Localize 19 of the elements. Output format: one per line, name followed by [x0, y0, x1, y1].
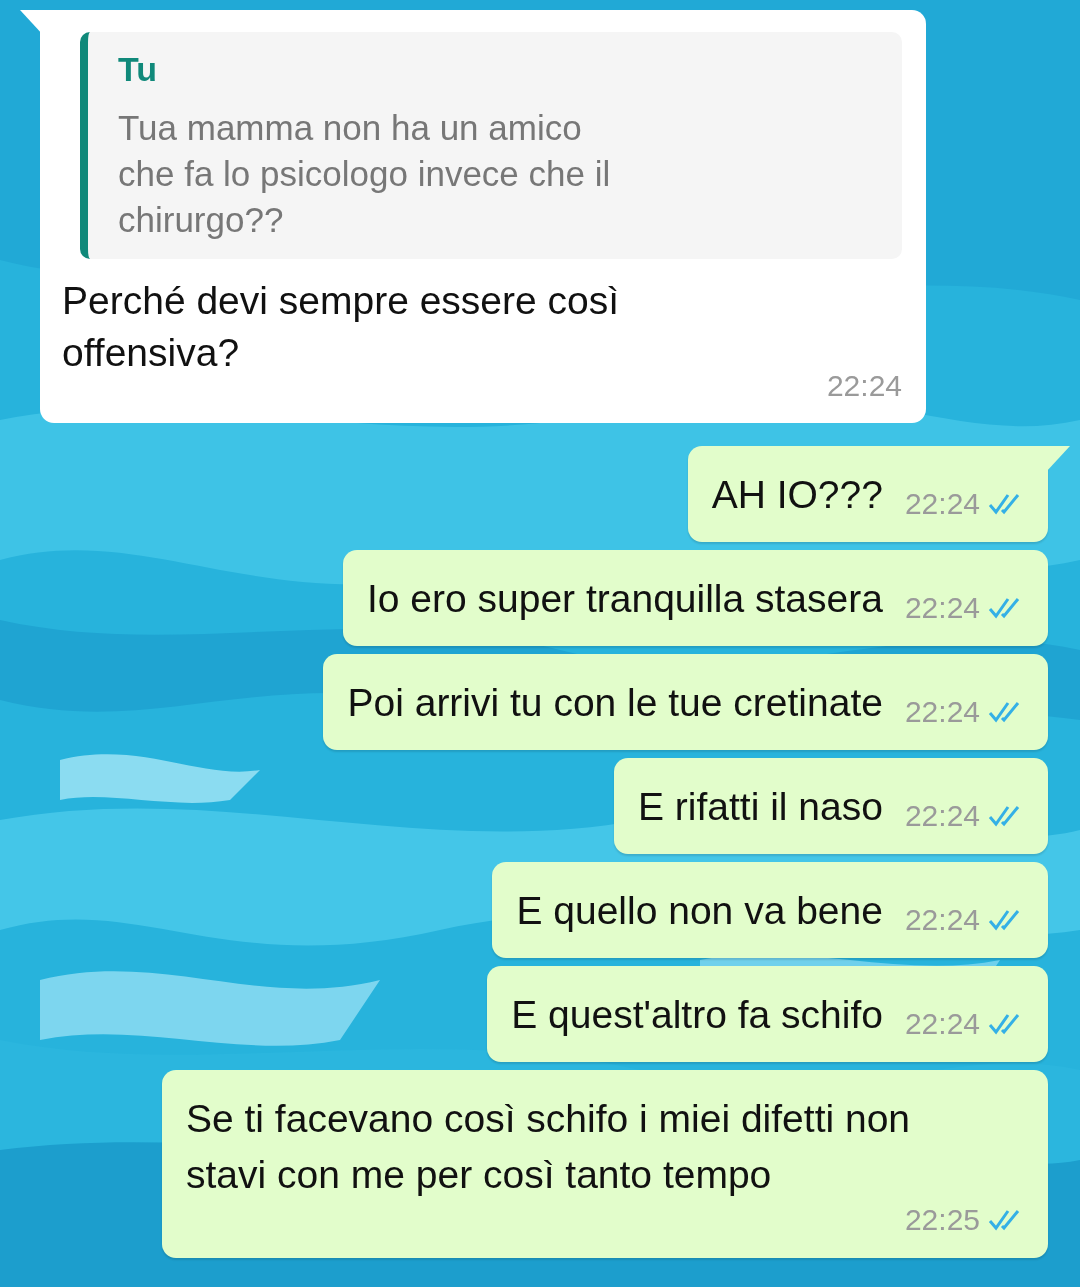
message-time: 22:24 [904, 799, 980, 833]
message-text: Perché devi sempre essere così offensiva? [62, 278, 621, 376]
message-time: 22:24 [904, 695, 980, 729]
message-text: E quello non va bene [516, 888, 883, 934]
message-time: 22:24 [904, 487, 980, 521]
message-text: E quest'altro fa schifo [511, 992, 883, 1038]
quoted-message[interactable]: Tu Tua mamma non ha un amico che fa lo psicologo invece che il chirurgo?? [80, 32, 902, 259]
message-time: 22:24 [904, 591, 980, 625]
message-text: Io ero super tranquilla stasera [366, 576, 883, 622]
message-time: 22:24 [826, 369, 902, 403]
message-text: Se ti facevano così schifo i miei difetti non stavi con me per così tanto tempo [186, 1096, 912, 1198]
message-time: 22:24 [904, 1007, 980, 1041]
quote-author: Tu [118, 50, 158, 89]
quote-text: Tua mamma non ha un amico che fa lo psicologo invece che il chirurgo?? [118, 107, 612, 241]
message-time: 22:24 [904, 903, 980, 937]
message-time: 22:25 [904, 1203, 980, 1237]
message-text: E rifatti il naso [638, 784, 883, 830]
message-text: AH IO??? [711, 472, 883, 518]
message-text: Poi arrivi tu con le tue cretinate [347, 680, 883, 726]
